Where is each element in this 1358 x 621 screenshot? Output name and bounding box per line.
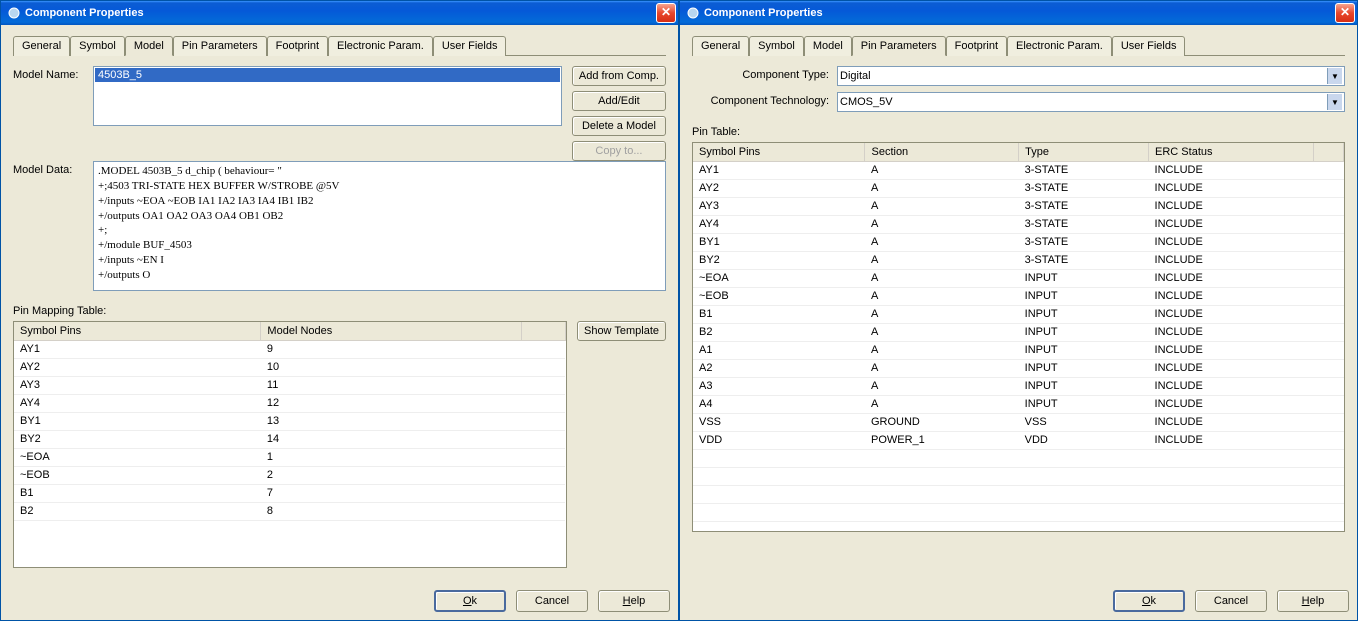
help-button[interactable]: Help (598, 590, 670, 612)
help-button[interactable]: Help (1277, 590, 1349, 612)
tab-user-fields[interactable]: User Fields (433, 36, 507, 56)
tabs: GeneralSymbolModelPin ParametersFootprin… (692, 35, 1345, 56)
component-type-select[interactable]: Digital ▼ (837, 66, 1345, 86)
bottom-buttons: Ok Cancel Help (1, 578, 678, 620)
model-name-list[interactable]: 4503B_5 (93, 66, 562, 126)
table-row (693, 503, 1344, 521)
component-tech-value: CMOS_5V (840, 96, 893, 108)
ok-button[interactable]: Ok (434, 590, 506, 612)
right-window: Component Properties ✕ GeneralSymbolMode… (679, 0, 1358, 621)
table-row[interactable]: AY3A3-STATEINCLUDE (693, 197, 1344, 215)
tab-pin-parameters[interactable]: Pin Parameters (852, 36, 946, 56)
pin-table-label: Pin Table: (692, 126, 1345, 138)
tab-pin-parameters[interactable]: Pin Parameters (173, 36, 267, 56)
tab-model[interactable]: Model (125, 36, 173, 56)
table-row[interactable]: BY1A3-STATEINCLUDE (693, 233, 1344, 251)
app-icon (7, 6, 21, 20)
delete-model-button[interactable]: Delete a Model (572, 116, 666, 136)
column-header[interactable]: Model Nodes (261, 322, 522, 340)
table-row[interactable]: ~EOB2 (14, 466, 565, 484)
tab-symbol[interactable]: Symbol (70, 36, 125, 56)
table-row[interactable]: BY214 (14, 430, 565, 448)
column-header[interactable]: Symbol Pins (693, 143, 865, 161)
show-template-button[interactable]: Show Template (577, 321, 666, 341)
table-row[interactable]: B17 (14, 484, 565, 502)
table-row[interactable]: BY2A3-STATEINCLUDE (693, 251, 1344, 269)
model-data-label: Model Data: (13, 161, 93, 176)
model-name-label: Model Name: (13, 66, 93, 81)
tab-general[interactable]: General (13, 36, 70, 56)
table-row[interactable]: AY210 (14, 358, 565, 376)
cancel-button[interactable]: Cancel (1195, 590, 1267, 612)
left-window: Component Properties ✕ GeneralSymbolMode… (0, 0, 679, 621)
model-name-item[interactable]: 4503B_5 (95, 68, 560, 82)
model-buttons: Add from Comp. Add/Edit Delete a Model C… (572, 66, 666, 161)
table-row[interactable]: AY1A3-STATEINCLUDE (693, 161, 1344, 179)
add-from-comp-button[interactable]: Add from Comp. (572, 66, 666, 86)
tabs: GeneralSymbolModelPin ParametersFootprin… (13, 35, 666, 56)
titlebar: Component Properties ✕ (680, 1, 1357, 25)
close-button[interactable]: ✕ (656, 3, 676, 23)
content: GeneralSymbolModelPin ParametersFootprin… (1, 25, 678, 578)
tab-footprint[interactable]: Footprint (267, 36, 328, 56)
column-header[interactable]: Type (1019, 143, 1149, 161)
table-row (693, 449, 1344, 467)
table-row[interactable]: ~EOBAINPUTINCLUDE (693, 287, 1344, 305)
tab-footprint[interactable]: Footprint (946, 36, 1007, 56)
tab-electronic-param-[interactable]: Electronic Param. (328, 36, 433, 56)
table-row[interactable]: A2AINPUTINCLUDE (693, 359, 1344, 377)
table-row[interactable]: AY311 (14, 376, 565, 394)
table-row[interactable]: ~EOA1 (14, 448, 565, 466)
tab-general[interactable]: General (692, 36, 749, 56)
app-icon (686, 6, 700, 20)
table-row[interactable]: A3AINPUTINCLUDE (693, 377, 1344, 395)
component-tech-select[interactable]: CMOS_5V ▼ (837, 92, 1345, 112)
content: GeneralSymbolModelPin ParametersFootprin… (680, 25, 1357, 578)
window-title: Component Properties (704, 7, 1335, 19)
table-row[interactable]: A4AINPUTINCLUDE (693, 395, 1344, 413)
table-row[interactable]: VDDPOWER_1VDDINCLUDE (693, 431, 1344, 449)
table-row[interactable]: AY19 (14, 340, 565, 358)
model-data-textarea[interactable]: .MODEL 4503B_5 d_chip ( behaviour= " +;4… (93, 161, 666, 291)
table-row[interactable]: AY412 (14, 394, 565, 412)
tab-symbol[interactable]: Symbol (749, 36, 804, 56)
tab-model[interactable]: Model (804, 36, 852, 56)
tab-electronic-param-[interactable]: Electronic Param. (1007, 36, 1112, 56)
table-row[interactable]: ~EOAAINPUTINCLUDE (693, 269, 1344, 287)
ok-button[interactable]: Ok (1113, 590, 1185, 612)
column-header[interactable]: ERC Status (1149, 143, 1314, 161)
table-row[interactable]: VSSGROUNDVSSINCLUDE (693, 413, 1344, 431)
add-edit-button[interactable]: Add/Edit (572, 91, 666, 111)
chevron-down-icon: ▼ (1327, 68, 1342, 84)
component-tech-label: Component Technology: (692, 92, 837, 107)
table-row (693, 485, 1344, 503)
tab-user-fields[interactable]: User Fields (1112, 36, 1186, 56)
column-header[interactable]: Section (865, 143, 1019, 161)
table-row (693, 521, 1344, 531)
table-row[interactable]: B28 (14, 502, 565, 520)
cancel-button[interactable]: Cancel (516, 590, 588, 612)
pin-table[interactable]: Symbol PinsSectionTypeERC Status AY1A3-S… (692, 142, 1345, 532)
component-type-label: Component Type: (692, 66, 837, 81)
pin-mapping-table[interactable]: Symbol PinsModel Nodes AY19AY210AY311AY4… (13, 321, 567, 568)
table-row[interactable]: BY113 (14, 412, 565, 430)
copy-to-button[interactable]: Copy to... (572, 141, 666, 161)
pin-mapping-label: Pin Mapping Table: (13, 305, 666, 317)
table-row[interactable]: B1AINPUTINCLUDE (693, 305, 1344, 323)
column-header[interactable]: Symbol Pins (14, 322, 261, 340)
bottom-buttons: Ok Cancel Help (680, 578, 1357, 620)
titlebar: Component Properties ✕ (1, 1, 678, 25)
table-row[interactable]: AY4A3-STATEINCLUDE (693, 215, 1344, 233)
table-row[interactable]: AY2A3-STATEINCLUDE (693, 179, 1344, 197)
component-type-value: Digital (840, 70, 871, 82)
window-title: Component Properties (25, 7, 656, 19)
close-button[interactable]: ✕ (1335, 3, 1355, 23)
table-row[interactable]: A1AINPUTINCLUDE (693, 341, 1344, 359)
table-row[interactable]: B2AINPUTINCLUDE (693, 323, 1344, 341)
chevron-down-icon: ▼ (1327, 94, 1342, 110)
table-row (693, 467, 1344, 485)
